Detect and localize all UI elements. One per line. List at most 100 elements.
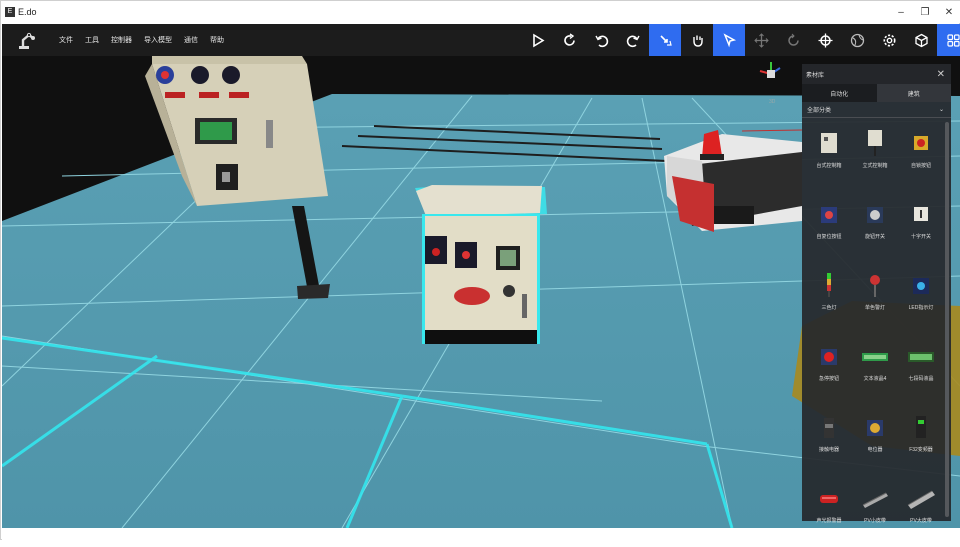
select-cursor-icon [722,33,737,48]
library-item-label: 台式控制箱 [816,162,841,169]
warning-light-icon [860,270,890,300]
globe-icon [850,33,865,48]
potentiometer-icon [860,412,890,442]
library-item[interactable]: 三色灯 [806,266,852,334]
redo-circle-button[interactable] [553,24,585,56]
restore-button[interactable]: ❐ [913,1,937,23]
cube-icon [914,33,929,48]
library-item[interactable]: 自锁按钮 [898,124,944,192]
library-item-label: 自复位按钮 [816,233,841,240]
cube-button[interactable] [905,24,937,56]
rotate-icon [786,33,801,48]
library-item-label: 急停按钮 [819,375,839,382]
redo-button[interactable] [617,24,649,56]
knob-switch-icon [860,199,890,229]
library-item-label: F32变频器 [909,446,933,453]
play-button[interactable] [521,24,553,56]
library-item[interactable]: 急停按钮 [806,337,852,405]
globe-button[interactable] [841,24,873,56]
hand-tool-icon [690,33,705,48]
menu-import-model[interactable]: 导入模型 [144,35,172,45]
library-close-icon[interactable]: ✕ [937,69,945,80]
tri-color-light-icon [814,270,844,300]
category-label: 全部分类 [807,105,831,114]
window-title: E.do [18,7,37,17]
library-item-label: 文本液晶4 [864,375,887,382]
redo-circle-icon [562,33,577,48]
library-item-label: PV大皮带 [910,517,932,524]
undo-button[interactable] [585,24,617,56]
library-item-label: PV小皮带 [864,517,886,524]
tool-group [521,24,960,56]
settings-button[interactable] [873,24,905,56]
contactor-icon [814,412,844,442]
library-item-label: 三色灯 [821,304,836,311]
menu-tools[interactable]: 工具 [85,35,99,45]
library-item[interactable]: 电位器 [852,408,898,476]
title-bar: E E.do – ❐ ✕ [1,1,960,23]
play-icon [530,33,545,48]
library-item-label: 七段码液晶 [908,375,933,382]
latching-button-icon [906,128,936,158]
standing-cabinet-icon [860,128,890,158]
select-cursor-button[interactable] [713,24,745,56]
large-belt-icon [906,483,936,513]
minimize-button[interactable]: – [889,1,913,23]
close-button[interactable]: ✕ [937,1,960,23]
library-item[interactable]: 十字开关 [898,195,944,263]
target-button[interactable] [809,24,841,56]
library-item-label: 电位器 [867,446,882,453]
library-item-label: 接触电器 [819,446,839,453]
link-tool-button[interactable] [649,24,681,56]
library-scrollbar[interactable] [945,122,949,517]
emergency-stop-icon [814,341,844,371]
library-item-label: 单色警灯 [865,304,885,311]
library-item[interactable]: 接触电器 [806,408,852,476]
main-toolbar: 文件 工具 控制器 导入模型 通信 帮助 [2,24,960,56]
library-item[interactable]: F32变频器 [898,408,944,476]
desk-cabinet-icon [814,128,844,158]
app-window: E E.do – ❐ ✕ 文件 工具 控制器 导入模型 通信 帮助 [0,0,960,540]
desk-control-cabinet-selected[interactable] [415,185,547,344]
gizmo-3d-label[interactable]: 3D [769,99,775,105]
rotate-button[interactable] [777,24,809,56]
robot-arm-logo-icon [16,29,38,51]
alarm-icon [814,483,844,513]
library-item-label: 立式控制箱 [862,162,887,169]
library-item[interactable]: 七段码液晶 [898,337,944,405]
hand-tool-button[interactable] [681,24,713,56]
target-icon [818,33,833,48]
menu-help[interactable]: 帮助 [210,35,224,45]
settings-icon [882,33,897,48]
move-icon [754,33,769,48]
category-dropdown[interactable]: 全部分类 ⌄ [802,102,951,118]
undo-icon [594,33,609,48]
library-item[interactable]: 文本液晶4 [852,337,898,405]
led-indicator-icon [906,270,936,300]
link-tool-icon [658,33,673,48]
grid-apps-button[interactable] [937,24,960,56]
library-item[interactable]: 单色警灯 [852,266,898,334]
library-item[interactable]: 立式控制箱 [852,124,898,192]
library-item-label: 十字开关 [911,233,931,240]
library-item[interactable]: 台式控制箱 [806,124,852,192]
library-item[interactable]: 旋钮开关 [852,195,898,263]
menu-controller[interactable]: 控制器 [111,35,132,45]
redo-icon [626,33,641,48]
grid-apps-icon [946,33,960,48]
tab-automation[interactable]: 自动化 [802,84,877,102]
library-item[interactable]: 自复位按钮 [806,195,852,263]
chevron-down-icon: ⌄ [939,106,944,113]
tab-building[interactable]: 建筑 [877,84,952,102]
asset-library-panel: 素材库 ✕ 自动化 建筑 全部分类 ⌄ 台式控制箱立式控制箱自锁按钮自复位按钮旋… [802,64,951,521]
library-item[interactable]: LED指示灯 [898,266,944,334]
library-item-label: 旋钮开关 [865,233,885,240]
app-icon: E [5,7,15,17]
inverter-icon [906,412,936,442]
move-button[interactable] [745,24,777,56]
menu-file[interactable]: 文件 [59,35,73,45]
library-item-label: 自锁按钮 [911,162,931,169]
menu-communication[interactable]: 通信 [184,35,198,45]
seven-segment-icon [906,341,936,371]
status-bar [2,528,960,541]
